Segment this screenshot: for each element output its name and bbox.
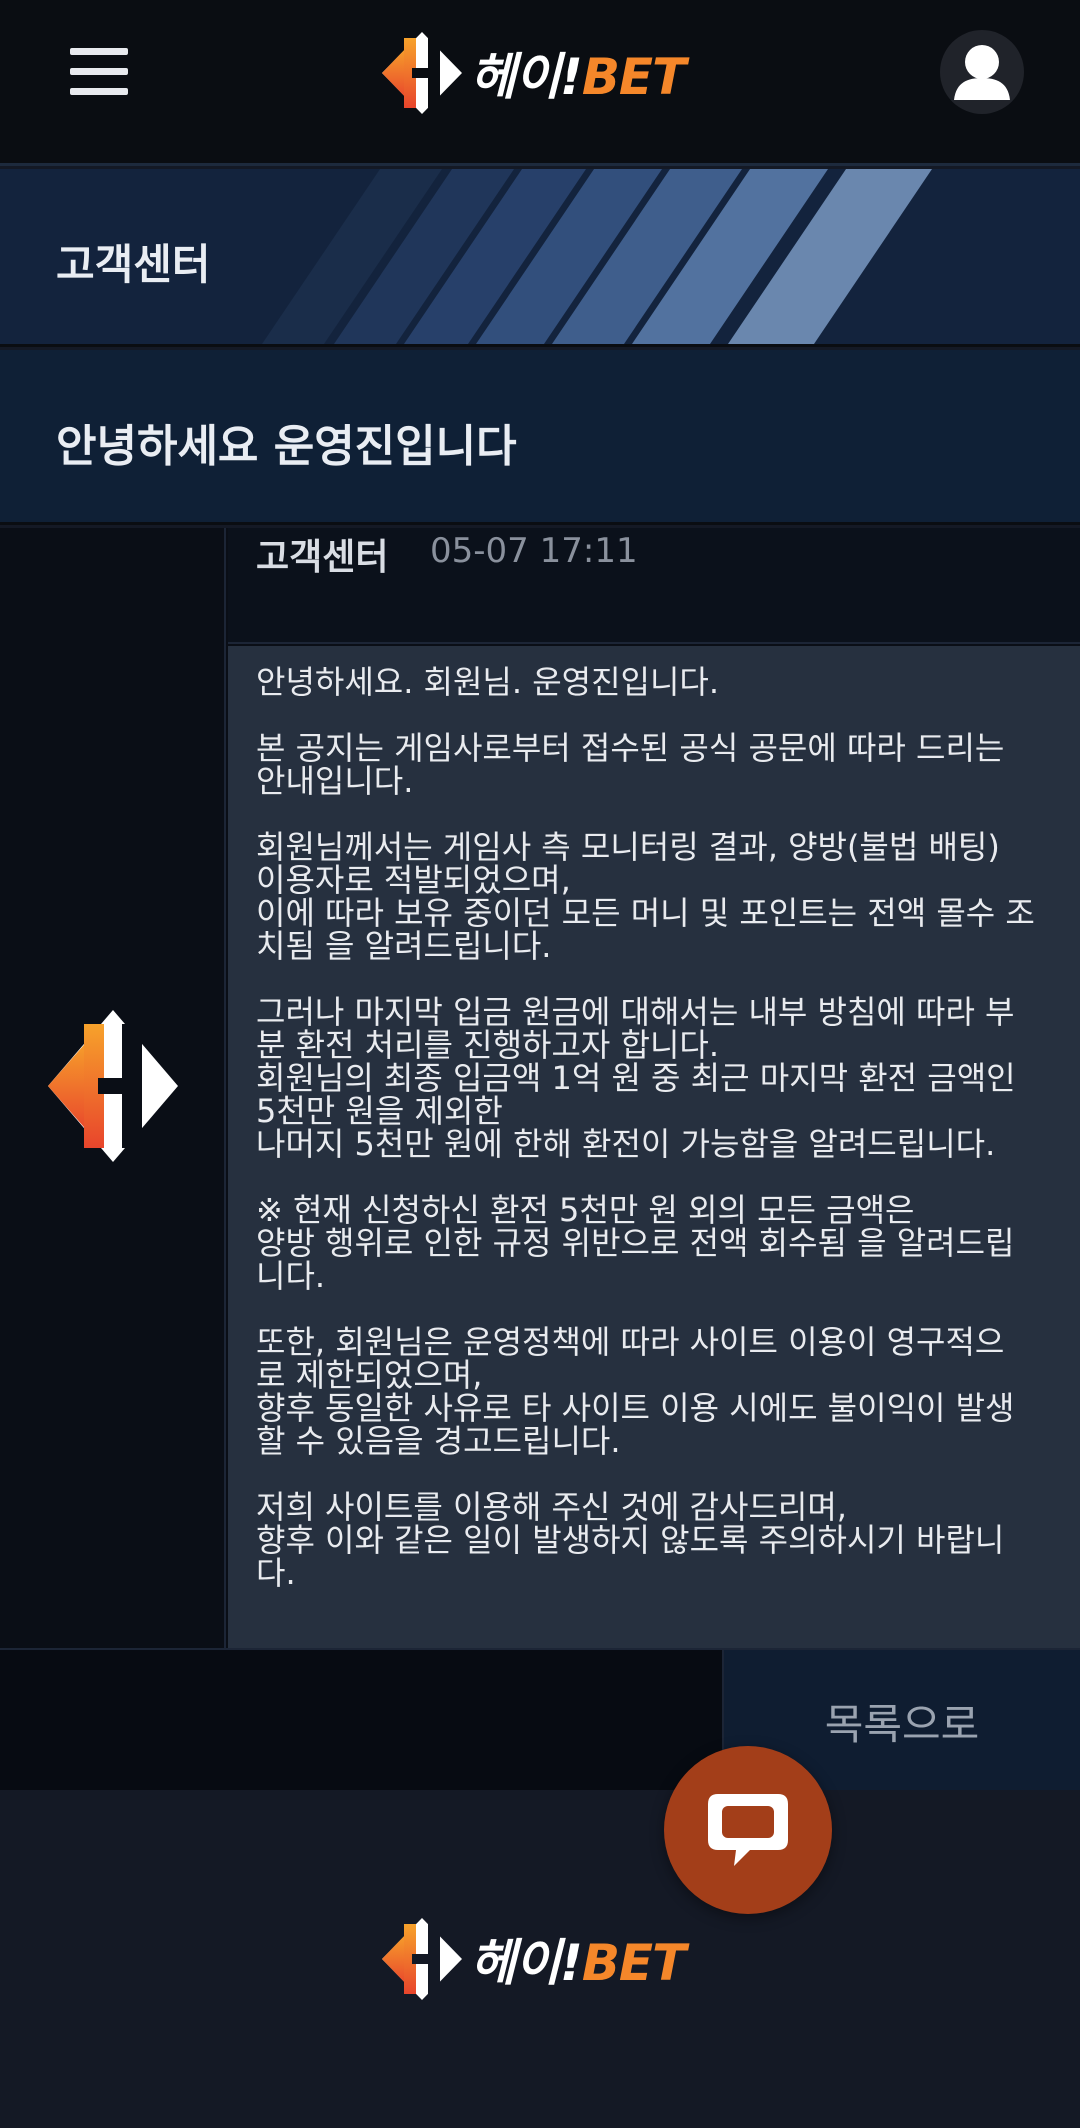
post-actions: 목록으로 [0,1648,1080,1792]
logo-wordmark: 헤이!BET [470,1934,686,1992]
footer-logo[interactable]: 헤이!BET [378,1914,686,2004]
post-paragraph: 또한, 회원님은 운영정책에 따라 사이트 이용이 영구적으 로 제한되었으며,… [256,1323,1015,1460]
user-avatar-icon[interactable] [940,30,1024,114]
post-paragraph: 저희 사이트를 이용해 주신 것에 감사드리며, 향후 이와 같은 일이 발생하… [256,1488,1005,1592]
post-author: 고객센터 [256,537,389,578]
post-container: 고객센터 05-07 17:11 안녕하세요. 회원님. 운영진입니다. 본 공… [0,528,1080,1648]
post-meta: 고객센터 05-07 17:11 [228,528,1080,644]
logo-wordmark: 헤이!BET [470,48,686,106]
page-title: 고객센터 [56,240,211,289]
chat-bubble-icon [708,1794,788,1866]
post-paragraph: ※ 현재 신청하신 환전 5천만 원 외의 모든 금액은 양방 행위로 인한 규… [256,1191,1015,1295]
post-author-column [0,528,226,1648]
logo-mark-icon [382,32,462,114]
person-icon [954,45,1010,100]
post-paragraph: 그러나 마지막 입금 원금에 대해서는 내부 방침에 따라 부 분 환전 처리를… [256,993,1016,1163]
post-paragraph: 안녕하세요. 회원님. 운영진입니다. [256,663,720,701]
post-subject-bar: 안녕하세요 운영진입니다 [0,350,1080,525]
post-paragraph: 본 공지는 게임사로부터 접수된 공식 공문에 따라 드리는 안내입니다. [256,729,1005,800]
author-logo-icon [48,1010,178,1162]
post-paragraph: 회원님께서는 게임사 측 모니터링 결과, 양방(불법 배팅) 이용자로 적발되… [256,828,1035,965]
footer: 헤이!BET [0,1790,1080,2128]
back-to-list-label: 목록으로 [824,1699,980,1749]
top-navigation-bar: 헤이!BET [0,0,1080,166]
post-subject: 안녕하세요 운영진입니다 [56,421,517,472]
post-content: 안녕하세요. 회원님. 운영진입니다. 본 공지는 게임사로부터 접수된 공식 … [228,646,1080,1648]
live-chat-button[interactable] [664,1746,832,1914]
post-date: 05-07 17:11 [430,531,638,571]
site-logo[interactable]: 헤이!BET [378,28,686,118]
logo-mark-icon [382,1918,462,2000]
section-banner: 고객센터 [0,169,1080,347]
hamburger-menu-icon[interactable] [70,48,128,96]
